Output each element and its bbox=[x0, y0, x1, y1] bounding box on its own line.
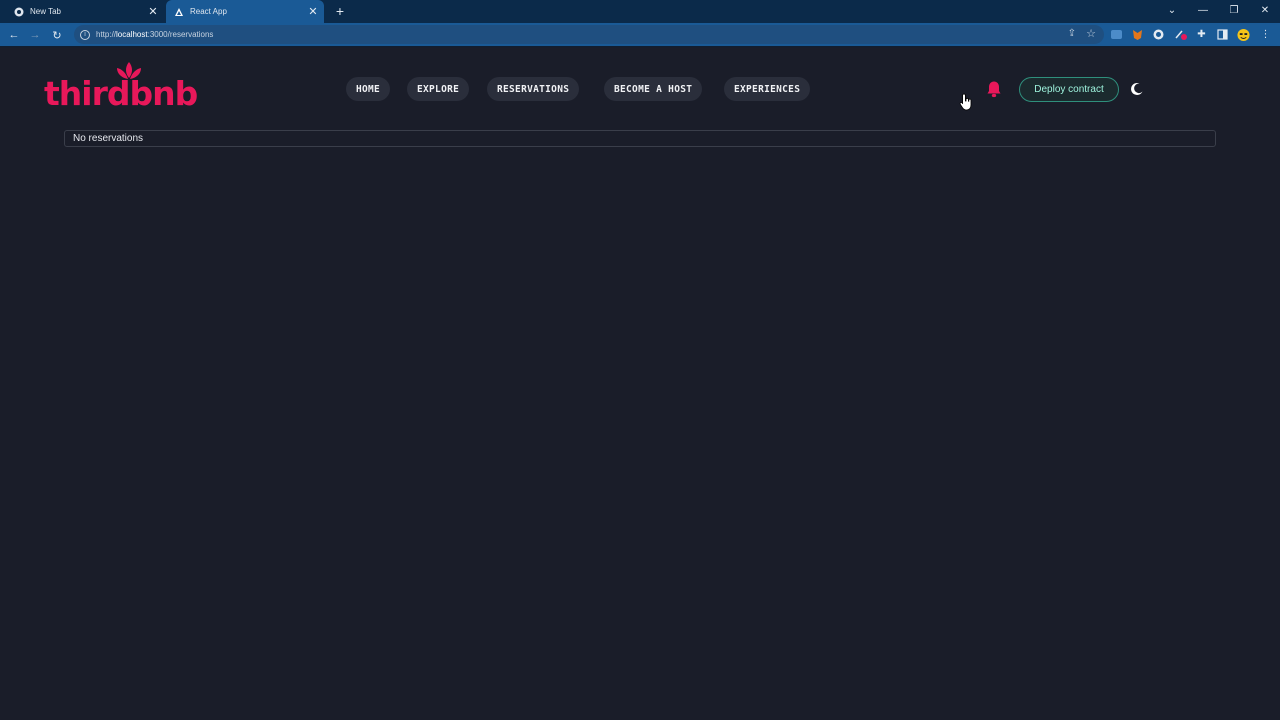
notification-bell-icon[interactable] bbox=[985, 80, 1003, 98]
nav-reservations[interactable]: RESERVATIONS bbox=[487, 77, 580, 101]
tab-title: New Tab bbox=[30, 7, 61, 16]
toolbar-shadow bbox=[0, 46, 1280, 48]
chrome-icon bbox=[14, 7, 24, 17]
window-close-icon[interactable]: ✕ bbox=[1250, 0, 1280, 20]
chrome-menu-icon[interactable]: ⋮ bbox=[1259, 28, 1272, 41]
back-arrow-icon[interactable]: ← bbox=[6, 27, 22, 43]
extension-recording-icon[interactable] bbox=[1174, 28, 1187, 41]
close-tab-icon[interactable]: ✕ bbox=[146, 5, 160, 19]
close-tab-icon[interactable]: ✕ bbox=[306, 5, 320, 19]
nav-home[interactable]: HOME bbox=[346, 77, 391, 101]
url-prefix: http:// bbox=[96, 30, 117, 39]
reservations-panel: No reservations bbox=[64, 130, 1216, 147]
tab-search-icon[interactable]: ⌄ bbox=[1157, 0, 1187, 20]
share-icon[interactable]: ⇪ bbox=[1068, 28, 1076, 39]
extension-circle-icon[interactable] bbox=[1152, 28, 1165, 41]
hand-cursor-icon bbox=[959, 93, 972, 111]
profile-avatar-icon[interactable] bbox=[1237, 28, 1250, 41]
browser-tab-strip: New Tab ✕ React App ✕ + ⌄ — ❐ ✕ bbox=[0, 0, 1280, 23]
browser-toolbar: ← → ↻ i http://localhost:3000/reservatio… bbox=[0, 23, 1280, 46]
nav-experiences[interactable]: EXPERIENCES bbox=[724, 77, 811, 101]
minimize-icon[interactable]: — bbox=[1188, 0, 1218, 20]
deploy-contract-button[interactable]: Deploy contract bbox=[1019, 77, 1119, 102]
address-bar[interactable]: i http://localhost:3000/reservations ⇪ ☆ bbox=[74, 25, 1104, 44]
dark-mode-moon-icon[interactable] bbox=[1130, 82, 1144, 96]
tab-react-app[interactable]: React App ✕ bbox=[166, 0, 324, 23]
reload-icon[interactable]: ↻ bbox=[49, 27, 65, 43]
forward-arrow-icon[interactable]: → bbox=[27, 27, 43, 43]
empty-reservations-message: No reservations bbox=[73, 133, 144, 144]
thirdbnb-logo[interactable]: thirdbnb bbox=[44, 60, 198, 118]
tab-new-tab[interactable]: New Tab ✕ bbox=[6, 0, 164, 23]
tab-title: React App bbox=[190, 7, 227, 16]
extension-badge-icon[interactable] bbox=[1110, 28, 1123, 41]
nav-become-a-host[interactable]: BECOME A HOST bbox=[604, 77, 703, 101]
extensions-puzzle-icon[interactable]: ✚ bbox=[1195, 28, 1208, 41]
logo-text: thirdbnb bbox=[44, 74, 198, 113]
metamask-fox-icon[interactable] bbox=[1131, 28, 1144, 41]
side-panel-icon[interactable] bbox=[1216, 28, 1229, 41]
bookmark-star-icon[interactable]: ☆ bbox=[1086, 27, 1096, 40]
url-path: :3000/reservations bbox=[147, 30, 214, 39]
react-icon bbox=[174, 7, 184, 17]
nav-explore[interactable]: EXPLORE bbox=[407, 77, 470, 101]
url-host: localhost bbox=[116, 30, 148, 39]
restore-icon[interactable]: ❐ bbox=[1219, 0, 1249, 20]
new-tab-plus-icon[interactable]: + bbox=[332, 3, 348, 19]
site-info-icon[interactable]: i bbox=[80, 29, 90, 40]
